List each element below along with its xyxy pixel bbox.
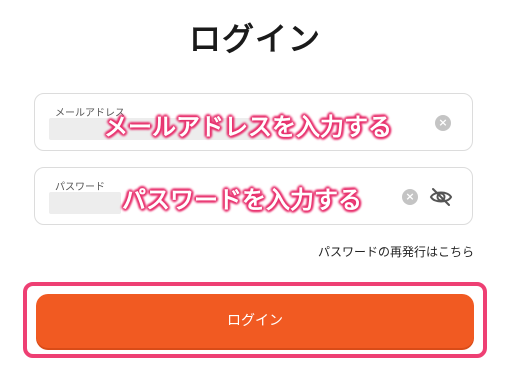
email-annotation: メールアドレスを入力する — [104, 113, 392, 141]
password-field-value — [49, 192, 121, 214]
password-field-label: パスワード — [55, 182, 105, 193]
eye-slash-icon[interactable] — [428, 184, 454, 210]
login-button[interactable]: ログイン — [36, 294, 474, 348]
email-clear-icon[interactable]: × — [435, 115, 451, 131]
password-clear-icon[interactable]: × — [402, 189, 418, 205]
page-title: ログイン — [188, 20, 321, 58]
password-reset-link[interactable]: パスワードの再発行はこちら — [318, 243, 474, 260]
password-annotation: パスワードを入力する — [122, 186, 362, 214]
